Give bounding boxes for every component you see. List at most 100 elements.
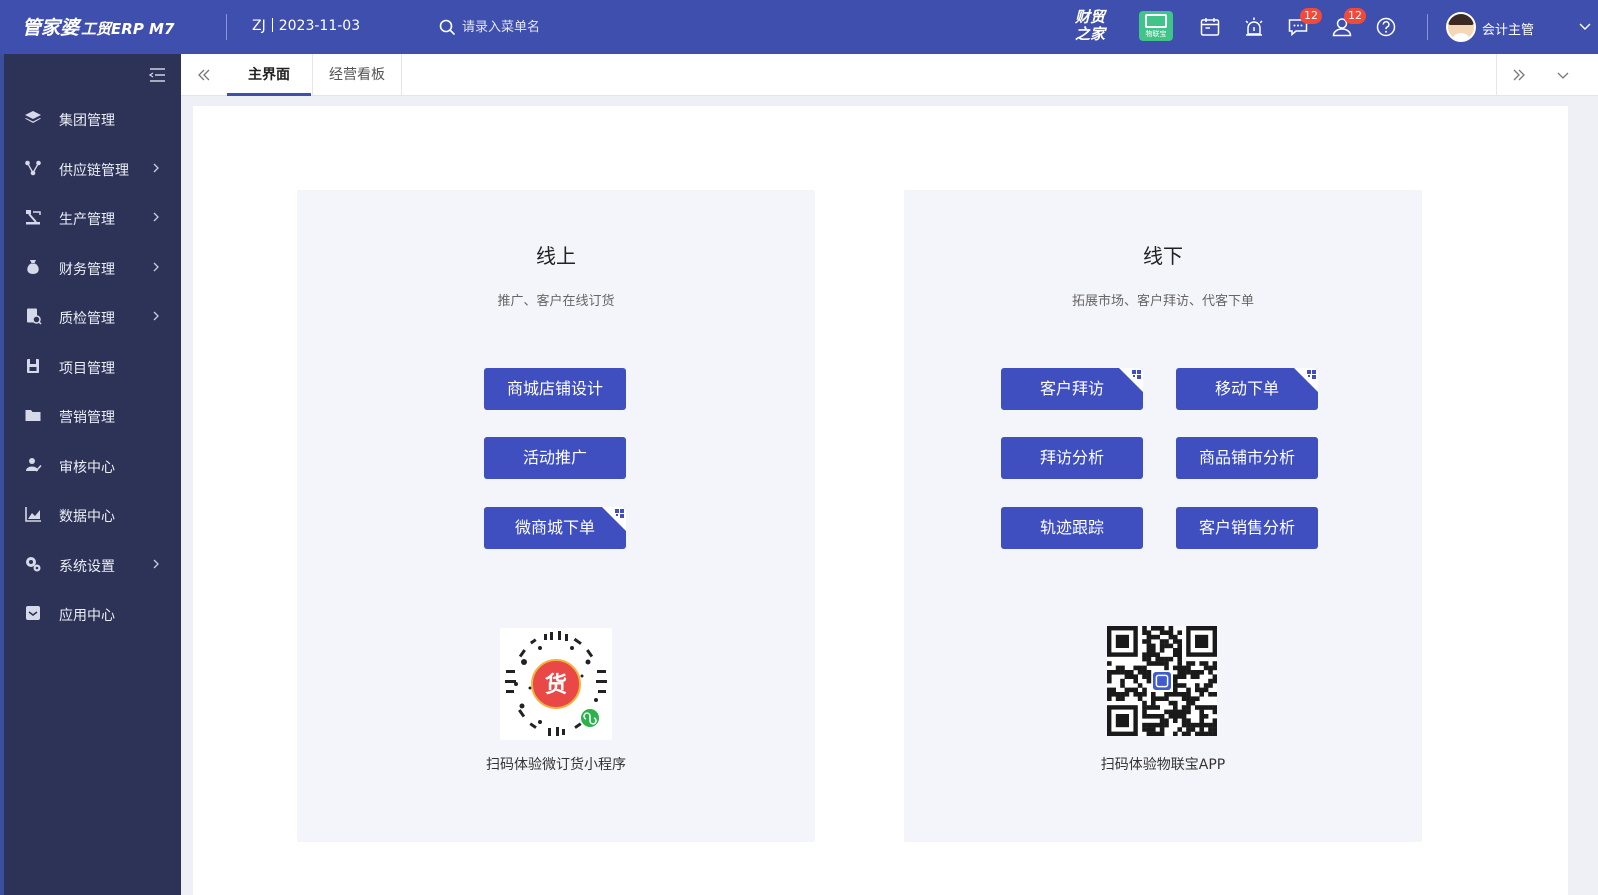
sidebar-item-settings[interactable]: 系统设置 [0,540,181,590]
sidebar-item-label: 应用中心 [59,608,115,624]
chevron-right-icon [153,311,159,321]
app-logo[interactable]: 管家婆 工贸ERP M7 [22,13,174,40]
approve-icon [26,457,42,472]
supply-chain-icon [25,160,41,175]
promotion-button[interactable]: 活动推广 [484,437,626,479]
company-date-divider [271,18,273,32]
customer-sales-analysis-button[interactable]: 客户销售分析 [1176,507,1318,549]
wulianbao-app-button[interactable]: 物联宝 [1139,11,1173,41]
production-icon [26,210,41,225]
wulianbao-label: 物联宝 [1145,30,1167,38]
app-window: 管家婆工贸ERP M7 ZJ 2023-11-03 财贸之家 物联宝 12 12 [0,0,1598,895]
mini-program-logo-text: 货 [545,672,567,698]
avatar[interactable] [1446,12,1476,42]
sidebar-menu: 集团管理 供应链管理 生产管理 财务管理 质检管理 项目管理 营销管理 审核中心… [0,94,181,639]
sidebar-item-label: 项目管理 [59,360,115,377]
search-icon [439,19,455,35]
double-chevron-right-icon[interactable] [1510,66,1528,84]
visit-analysis-button[interactable]: 拜访分析 [1001,437,1143,479]
topbar-divider [226,14,227,40]
search-input[interactable] [462,16,632,38]
chevron-down-icon[interactable] [1578,19,1592,33]
username[interactable]: 会计主管 [1482,19,1534,38]
qr-code-icon [1107,626,1218,737]
micro-mall-order-button[interactable]: 微商城下单 [484,507,626,549]
chevron-right-icon [153,262,159,271]
sidebar-item-label: 数据中心 [59,509,115,525]
calendar-button[interactable] [1198,15,1222,39]
chevron-right-icon [153,212,159,222]
track-button[interactable]: 轨迹跟踪 [1001,507,1143,549]
menu-search[interactable] [438,16,638,38]
app-icon [26,606,40,620]
online-title: 线上 [536,244,576,268]
sidebar-item-quality[interactable]: 质检管理 [0,292,181,342]
folder-icon [25,410,41,421]
mini-program-caption: 扫码体验微订货小程序 [486,757,626,773]
quality-icon [27,308,42,325]
money-bag-icon [27,259,39,274]
mini-program-qr-code: 货 [500,628,612,740]
help-button[interactable] [1374,15,1398,39]
mobile-order-label: 移动下单 [1214,379,1279,398]
alarm-button[interactable] [1242,15,1266,39]
qr-corner-icon [1294,368,1318,392]
sidebar-item-label: 生产管理 [59,212,115,228]
user-notify-button[interactable]: 12 [1330,8,1366,39]
logo-text: 管家婆 [22,17,80,39]
messages-button[interactable]: 12 [1286,8,1322,39]
collapse-menu-icon[interactable] [147,66,167,84]
alarm-light-icon [1245,17,1263,36]
customer-visit-label: 客户拜访 [1039,379,1104,398]
company-selector[interactable]: ZJ 2023-11-03 [252,18,360,34]
tab-bar: 主界面 经营看板 [181,54,1598,96]
mobile-order-button[interactable]: 移动下单 [1176,368,1318,410]
chevron-right-icon [153,163,159,172]
layers-icon [25,111,41,123]
main-content: 线上 推广、客户在线订货 商城店铺设计 活动推广 微商城下单 货 扫码体验微订货… [193,106,1568,895]
offline-title: 线下 [1143,244,1183,268]
sidebar-item-approval[interactable]: 审核中心 [0,441,181,491]
sidebar-item-label: 财务管理 [59,261,115,278]
sidebar-item-supply-chain[interactable]: 供应链管理 [0,144,181,194]
tab-divider [1496,54,1497,96]
micro-mall-order-label: 微商城下单 [514,518,595,537]
sidebar-item-label: 审核中心 [59,459,115,476]
offline-subtitle: 拓展市场、客户拜访、代客下单 [1071,294,1254,309]
mini-program-code-icon: 货 [505,631,607,736]
product-coverage-analysis-button[interactable]: 商品铺市分析 [1176,437,1318,479]
sidebar-item-label: 质检管理 [59,311,115,327]
sidebar-item-production[interactable]: 生产管理 [0,193,181,243]
sidebar-item-label: 系统设置 [59,558,115,575]
wulianbao-qr-code [1107,626,1218,737]
top-bar: 管家婆工贸ERP M7 ZJ 2023-11-03 财贸之家 物联宝 12 12 [0,0,1598,54]
sidebar-item-finance[interactable]: 财务管理 [0,243,181,293]
company-code: ZJ [252,18,266,34]
avatar-hair [1448,14,1474,25]
brand-link[interactable]: 财贸之家 [1070,9,1110,43]
save-icon [27,358,39,373]
sidebar-item-data[interactable]: 数据中心 [0,490,181,540]
sidebar-item-label: 营销管理 [59,410,115,426]
customer-visit-button[interactable]: 客户拜访 [1001,368,1143,410]
sidebar-item-group[interactable]: 集团管理 [0,94,181,144]
sidebar-item-marketing[interactable]: 营销管理 [0,391,181,441]
tab-dashboard[interactable]: 经营看板 [312,54,402,96]
double-chevron-left-icon[interactable] [195,66,213,84]
wulianbao-caption: 扫码体验物联宝APP [1100,757,1226,773]
message-count-badge: 12 [1300,8,1322,24]
sidebar-item-apps[interactable]: 应用中心 [0,589,181,639]
user-count-badge: 12 [1344,8,1366,24]
shop-design-button[interactable]: 商城店铺设计 [484,368,626,410]
topbar-divider-right [1427,14,1428,40]
online-panel: 线上 推广、客户在线订货 商城店铺设计 活动推广 微商城下单 货 扫码体验微订货… [297,190,815,842]
sidebar-item-label: 供应链管理 [59,162,129,179]
offline-panel: 线下 拓展市场、客户拜访、代客下单 客户拜访 移动下单 拜访分析 商品铺市分析 … [904,190,1422,842]
app-screen-icon [1145,14,1167,28]
chevron-down-icon[interactable] [1556,68,1570,82]
tab-home[interactable]: 主界面 [227,54,311,96]
calendar-icon [1200,18,1220,36]
qr-corner-icon [1119,368,1143,392]
online-subtitle: 推广、客户在线订货 [497,294,615,309]
sidebar-item-project[interactable]: 项目管理 [0,342,181,392]
